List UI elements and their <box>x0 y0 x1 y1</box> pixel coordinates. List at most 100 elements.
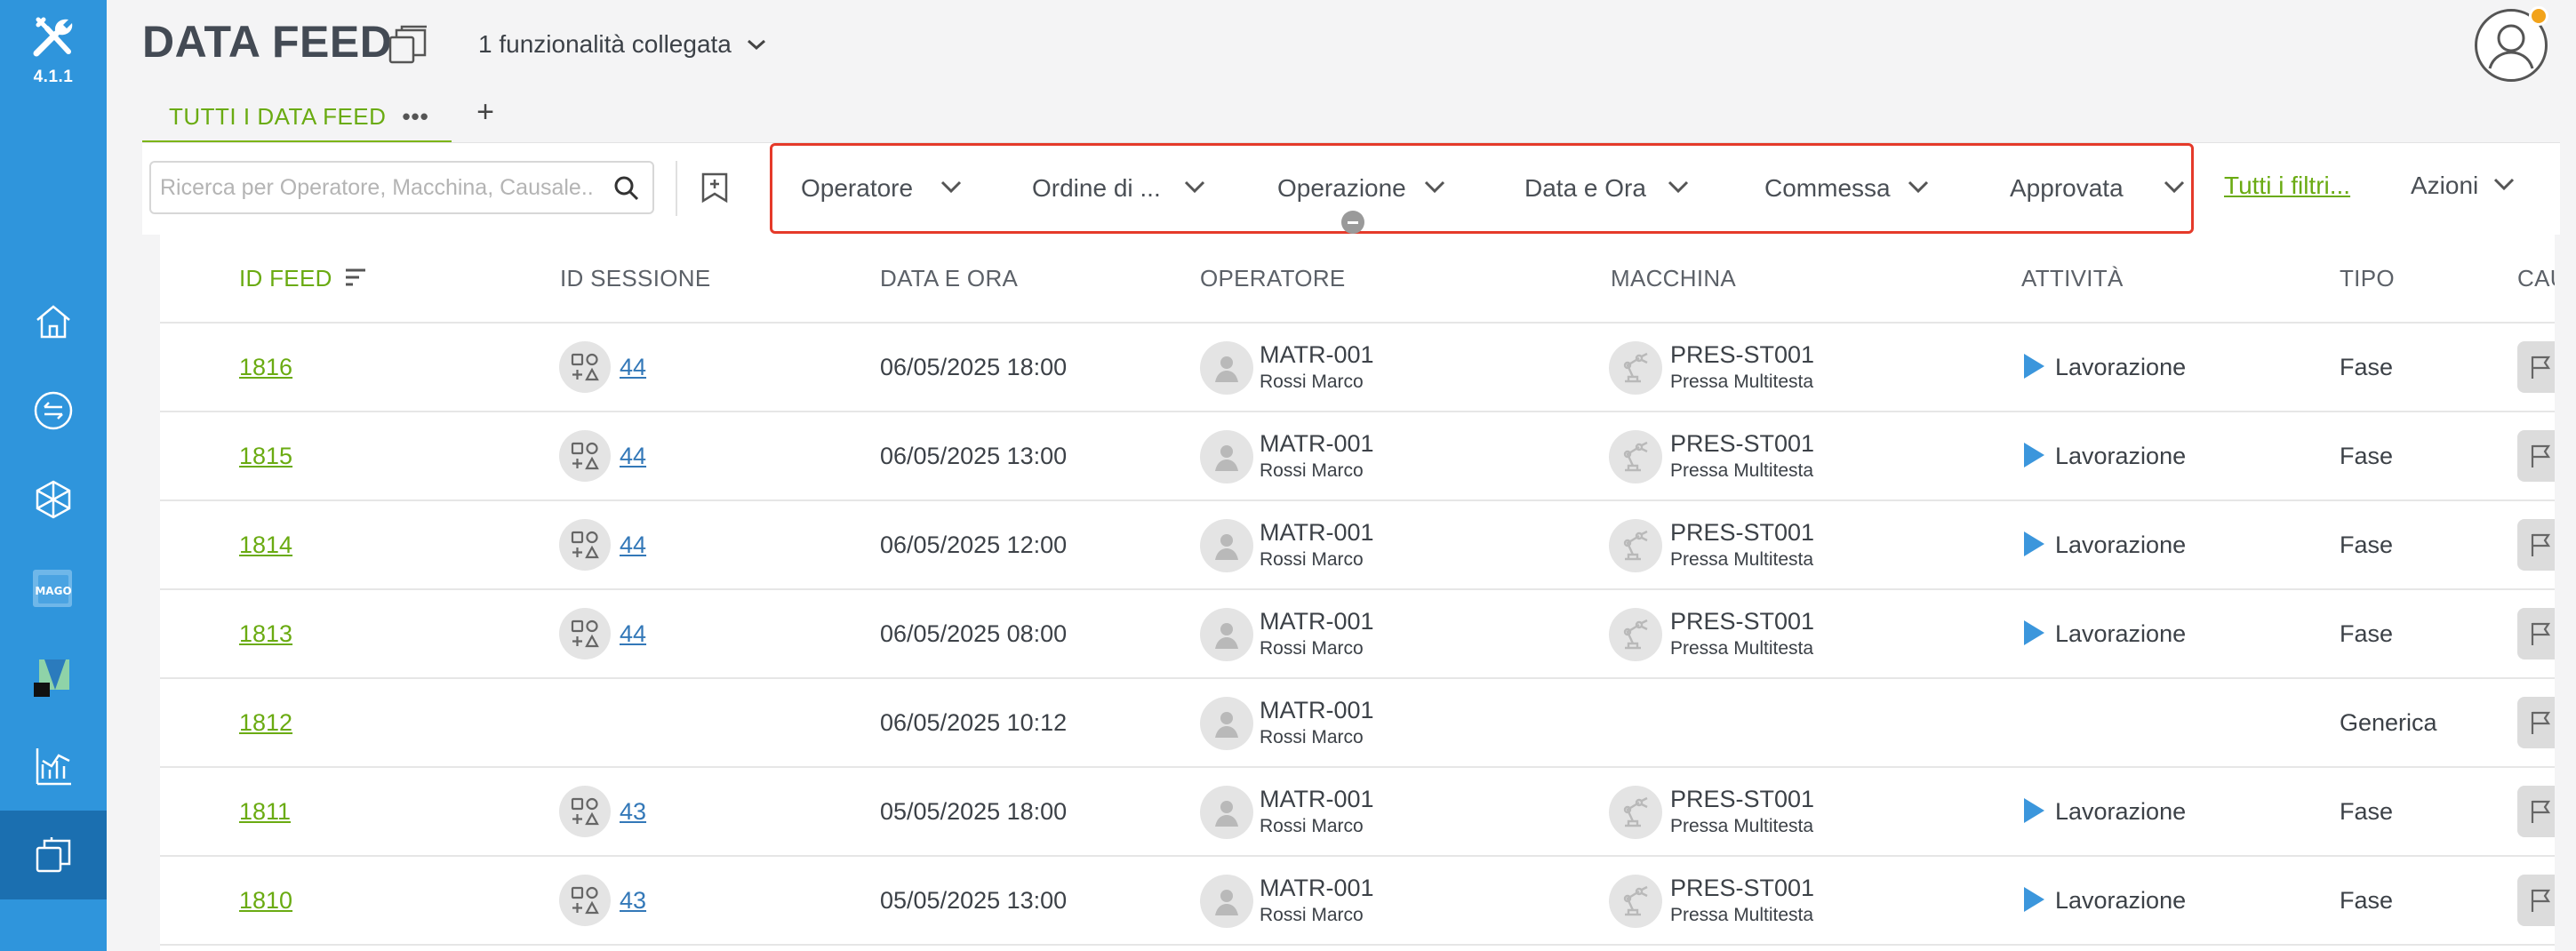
operator-avatar <box>1200 430 1253 483</box>
filter-ordine[interactable]: Ordine di ... <box>1032 174 1205 203</box>
actions-dropdown[interactable]: Azioni <box>2411 172 2515 200</box>
column-header-tipo[interactable]: TIPO <box>2340 265 2395 292</box>
column-header-id-feed[interactable]: ID FEED <box>239 265 365 292</box>
session-id-link[interactable]: 43 <box>620 798 646 826</box>
feed-id-link[interactable]: 1815 <box>239 443 292 470</box>
sort-icon[interactable] <box>344 267 367 288</box>
feed-id-link[interactable]: 1812 <box>239 709 292 737</box>
activity-cell: Lavorazione <box>2055 887 2187 914</box>
column-header-operatore[interactable]: OPERATORE <box>1200 265 1346 292</box>
nav-app[interactable] <box>0 633 107 722</box>
tools-icon <box>33 17 73 57</box>
session-id-link[interactable]: 44 <box>620 531 646 559</box>
table-row[interactable]: 1814 44 06/05/2025 12:00 MATR-001 Rossi Marc… <box>160 501 2555 590</box>
session-id-link[interactable]: 43 <box>620 887 646 915</box>
table-header: ID FEED ID SESSIONE DATA E ORA OPERATORE… <box>160 235 2555 324</box>
nav-data-feed[interactable] <box>0 811 107 899</box>
table-row[interactable]: 1811 43 05/05/2025 18:00 MATR-001 Rossi Marc… <box>160 768 2555 857</box>
chevron-down-icon <box>1424 180 1445 194</box>
save-filter-button[interactable] <box>693 166 736 209</box>
robot-arm-icon <box>1623 352 1648 383</box>
user-icon <box>1215 890 1238 915</box>
linked-features-dropdown[interactable]: 1 funzionalità collegata <box>478 30 767 59</box>
column-header-causale[interactable]: CAU <box>2517 265 2555 292</box>
all-filters-link[interactable]: Tutti i filtri... <box>2224 172 2350 200</box>
tab-more-button[interactable]: ••• <box>402 103 428 131</box>
table-row[interactable]: 1815 44 06/05/2025 13:00 MATR-001 Rossi Marc… <box>160 412 2555 501</box>
tab-all-data-feed[interactable]: TUTTI I DATA FEED ••• <box>142 92 452 144</box>
machine-avatar <box>1609 786 1662 839</box>
machine-code: PRES-ST001 <box>1670 875 1815 901</box>
causale-flag-button[interactable] <box>2517 875 2555 926</box>
table-row[interactable]: 1812 06/05/2025 10:12 MATR-001 Rossi Marco G… <box>160 679 2555 768</box>
machine-code: PRES-ST001 <box>1670 786 1815 812</box>
type-cell: Fase <box>2340 798 2394 825</box>
operator-name: Rossi Marco <box>1260 816 1364 836</box>
type-cell: Fase <box>2340 443 2394 469</box>
causale-flag-button[interactable] <box>2517 519 2555 571</box>
feed-id-link[interactable]: 1813 <box>239 620 292 648</box>
session-id-link[interactable]: 44 <box>620 354 646 381</box>
nav-home[interactable] <box>0 277 107 366</box>
causale-flag-button[interactable] <box>2517 697 2555 748</box>
collapse-filters-button[interactable] <box>1341 211 1364 234</box>
session-id-link[interactable]: 44 <box>620 620 646 648</box>
session-id-link[interactable]: 44 <box>620 443 646 470</box>
feed-id-link[interactable]: 1816 <box>239 354 292 381</box>
flag-icon <box>2531 711 2551 734</box>
type-cell: Fase <box>2340 620 2394 647</box>
flag-icon <box>2531 889 2551 912</box>
user-avatar[interactable] <box>2475 6 2548 82</box>
filter-operatore[interactable]: Operatore <box>801 174 962 203</box>
nav-mago[interactable]: MAGO <box>0 544 107 633</box>
causale-flag-button[interactable] <box>2517 341 2555 393</box>
filter-commessa[interactable]: Commessa <box>1764 174 1929 203</box>
search-box <box>149 161 654 214</box>
feed-id-link[interactable]: 1811 <box>239 798 291 826</box>
feed-id-link[interactable]: 1810 <box>239 887 292 915</box>
table-row[interactable]: 1813 44 06/05/2025 08:00 MATR-001 Rossi Marc… <box>160 590 2555 679</box>
machine-avatar <box>1609 608 1662 661</box>
filter-data-ora[interactable]: Data e Ora <box>1524 174 1689 203</box>
operator-name: Rossi Marco <box>1260 638 1364 659</box>
machine-name: Pressa Multitesta <box>1670 460 1814 481</box>
home-icon <box>36 305 70 339</box>
flag-icon <box>2531 800 2551 823</box>
filter-operazione[interactable]: Operazione <box>1277 174 1445 203</box>
column-header-id-sessione[interactable]: ID SESSIONE <box>560 265 710 292</box>
causale-flag-button[interactable] <box>2517 608 2555 659</box>
filter-approvata[interactable]: Approvata <box>2010 174 2185 203</box>
robot-arm-icon <box>1623 441 1648 472</box>
search-input[interactable] <box>160 170 596 205</box>
causale-flag-button[interactable] <box>2517 430 2555 482</box>
session-shapes-icon <box>571 797 599 826</box>
machine-name: Pressa Multitesta <box>1670 816 1814 836</box>
activity-cell: Lavorazione <box>2055 620 2187 647</box>
nav-exchange[interactable] <box>0 366 107 455</box>
table-row[interactable]: 1816 44 06/05/2025 18:00 MATR-001 Rossi Marc… <box>160 324 2555 412</box>
user-icon <box>1215 801 1238 827</box>
cube-network-icon <box>36 480 71 519</box>
causale-flag-button[interactable] <box>2517 786 2555 837</box>
nav-network[interactable] <box>0 455 107 544</box>
machine-name: Pressa Multitesta <box>1670 372 1814 392</box>
chevron-down-icon <box>940 180 962 194</box>
column-header-data-ora[interactable]: DATA E ORA <box>880 265 1018 292</box>
windows-icon[interactable] <box>388 25 428 66</box>
nav-chart[interactable] <box>0 722 107 811</box>
session-icon <box>559 430 611 482</box>
datetime-cell: 06/05/2025 08:00 <box>880 620 1068 647</box>
app-logo[interactable]: 4.1.1 <box>0 14 107 87</box>
search-icon[interactable] <box>613 175 640 202</box>
add-tab-button[interactable]: + <box>466 92 505 132</box>
feed-id-link[interactable]: 1814 <box>239 531 292 559</box>
machine-avatar <box>1609 430 1662 483</box>
user-icon <box>1215 356 1238 382</box>
column-header-attivita[interactable]: ATTIVITÀ <box>2021 265 2124 292</box>
operator-code: MATR-001 <box>1260 786 1374 812</box>
user-icon <box>1215 712 1238 738</box>
robot-arm-icon <box>1623 530 1648 561</box>
filter-label: Approvata <box>2010 174 2124 202</box>
table-row[interactable]: 1810 43 05/05/2025 13:00 MATR-001 Rossi Marc… <box>160 857 2555 946</box>
column-header-macchina[interactable]: MACCHINA <box>1611 265 1736 292</box>
